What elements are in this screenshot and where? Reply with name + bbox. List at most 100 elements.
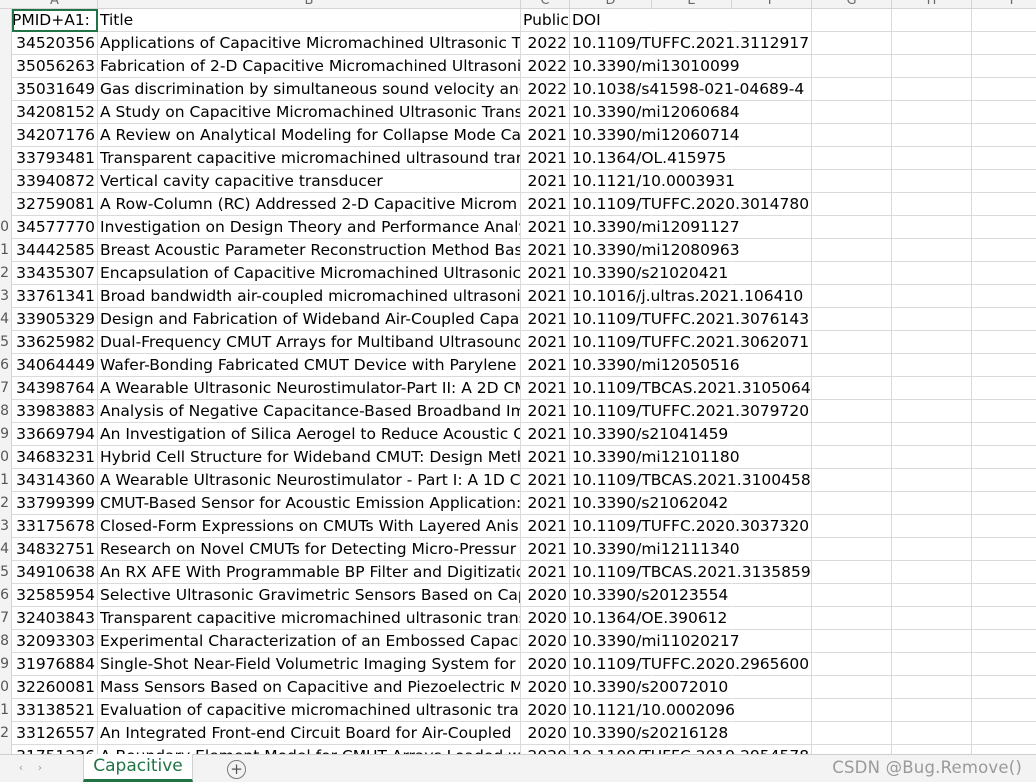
empty-cell[interactable] — [732, 423, 812, 446]
cell-title-header[interactable]: Title — [98, 9, 521, 32]
cell-doi[interactable]: 10.3390/mi12091127 — [570, 216, 740, 239]
empty-cell[interactable] — [652, 423, 732, 446]
empty-cell[interactable] — [812, 377, 892, 400]
row-number[interactable]: 0 — [0, 216, 9, 239]
add-sheet-icon[interactable]: + — [227, 760, 246, 779]
cell-title[interactable]: Research on Novel CMUTs for Detecting Mi… — [98, 538, 521, 561]
cell-doi[interactable]: 10.1109/TUFFC.2020.3014780 — [570, 193, 809, 216]
empty-cell[interactable] — [812, 538, 892, 561]
cell-pmid[interactable]: 33625982 — [12, 331, 98, 354]
cell-pmid[interactable]: 32093303 — [12, 630, 98, 653]
row-number[interactable]: 6 — [0, 354, 9, 377]
empty-cell[interactable] — [892, 285, 972, 308]
column-header-c[interactable]: C — [521, 0, 570, 8]
cell-year[interactable]: 2022 — [521, 55, 570, 78]
empty-cell[interactable] — [972, 193, 1036, 216]
cell-doi[interactable]: 10.3390/mi13010099 — [570, 55, 740, 78]
cell-pmid[interactable]: 34314360 — [12, 469, 98, 492]
empty-cell[interactable] — [812, 308, 892, 331]
empty-cell[interactable] — [892, 676, 972, 699]
empty-cell[interactable] — [972, 607, 1036, 630]
cell-title[interactable]: An RX AFE With Programmable BP Filter an… — [98, 561, 521, 584]
cell-doi[interactable]: 10.1109/TBCAS.2021.3135859 — [570, 561, 811, 584]
empty-cell[interactable] — [732, 147, 812, 170]
empty-cell[interactable] — [732, 262, 812, 285]
empty-cell[interactable] — [812, 239, 892, 262]
empty-cell[interactable] — [892, 101, 972, 124]
empty-cell[interactable] — [812, 285, 892, 308]
cell-doi[interactable]: 10.3390/s21020421 — [570, 262, 728, 285]
cell-doi[interactable]: 10.3390/s21041459 — [570, 423, 728, 446]
cell-title[interactable]: Wafer-Bonding Fabricated CMUT Device wit… — [98, 354, 521, 377]
empty-cell[interactable] — [732, 101, 812, 124]
row-number[interactable] — [0, 78, 9, 101]
empty-cell[interactable] — [732, 377, 812, 400]
row-number[interactable]: 4 — [0, 538, 9, 561]
cell-title[interactable]: A Review on Analytical Modeling for Coll… — [98, 124, 521, 147]
empty-cell[interactable] — [972, 9, 1036, 32]
cell-title[interactable]: Transparent capacitive micromachined ult… — [98, 607, 521, 630]
row-number[interactable]: 2 — [0, 492, 9, 515]
empty-cell[interactable] — [732, 561, 812, 584]
empty-cell[interactable] — [652, 515, 732, 538]
empty-cell[interactable] — [972, 308, 1036, 331]
empty-cell[interactable] — [892, 32, 972, 55]
cell-doi[interactable]: 10.3390/mi12101180 — [570, 446, 740, 469]
cell-year[interactable]: 2021 — [521, 239, 570, 262]
row-number[interactable]: 1 — [0, 239, 9, 262]
row-number[interactable]: 1 — [0, 699, 9, 722]
cell-pmid[interactable]: 32585954 — [12, 584, 98, 607]
cell-year[interactable]: 2020 — [521, 676, 570, 699]
cell-title[interactable]: An Integrated Front-end Circuit Board fo… — [98, 722, 521, 745]
cell-title[interactable]: Encapsulation of Capacitive Micromachine… — [98, 262, 521, 285]
empty-cell[interactable] — [892, 561, 972, 584]
cell-pmid[interactable]: 32403843 — [12, 607, 98, 630]
empty-cell[interactable] — [972, 515, 1036, 538]
row-number[interactable]: 0 — [0, 446, 9, 469]
cell-doi[interactable]: 10.1109/TUFFC.2020.3037320 — [570, 515, 809, 538]
cell-pmid[interactable]: 31751236 — [12, 745, 98, 754]
empty-cell[interactable] — [812, 492, 892, 515]
empty-cell[interactable] — [892, 400, 972, 423]
empty-cell[interactable] — [892, 538, 972, 561]
cell-title[interactable]: Single-Shot Near-Field Volumetric Imagin… — [98, 653, 521, 676]
empty-cell[interactable] — [652, 55, 732, 78]
empty-cell[interactable] — [652, 239, 732, 262]
empty-cell[interactable] — [892, 124, 972, 147]
empty-cell[interactable] — [732, 239, 812, 262]
cell-pmid[interactable]: 33175678 — [12, 515, 98, 538]
cell-title[interactable]: Experimental Characterization of an Embo… — [98, 630, 521, 653]
row-number[interactable]: 5 — [0, 331, 9, 354]
empty-cell[interactable] — [972, 653, 1036, 676]
empty-cell[interactable] — [732, 699, 812, 722]
cell-doi[interactable]: 10.1109/TUFFC.2020.2965600 — [570, 653, 809, 676]
row-number[interactable]: 2 — [0, 722, 9, 745]
cell-year[interactable]: 2020 — [521, 653, 570, 676]
empty-cell[interactable] — [652, 400, 732, 423]
empty-cell[interactable] — [892, 745, 972, 754]
next-sheet-arrow-icon[interactable]: › — [33, 760, 47, 776]
cell-doi[interactable]: 10.3390/mi12050516 — [570, 354, 740, 377]
empty-cell[interactable] — [972, 262, 1036, 285]
prev-sheet-arrow-icon[interactable]: ‹ — [14, 760, 28, 776]
empty-cell[interactable] — [732, 170, 812, 193]
empty-cell[interactable] — [892, 9, 972, 32]
empty-cell[interactable] — [972, 446, 1036, 469]
cell-title[interactable]: Hybrid Cell Structure for Wideband CMUT:… — [98, 446, 521, 469]
cell-year[interactable]: 2020 — [521, 699, 570, 722]
cell-pmid[interactable]: 33126557 — [12, 722, 98, 745]
empty-cell[interactable] — [652, 262, 732, 285]
cell-doi[interactable]: 10.1121/10.0003931 — [570, 170, 735, 193]
empty-cell[interactable] — [732, 607, 812, 630]
cell-doi[interactable]: 10.3390/s20072010 — [570, 676, 728, 699]
empty-cell[interactable] — [812, 699, 892, 722]
empty-cell[interactable] — [972, 699, 1036, 722]
empty-cell[interactable] — [652, 745, 732, 754]
cell-doi[interactable]: 10.3390/s20123554 — [570, 584, 728, 607]
cell-pmid[interactable]: 33761341 — [12, 285, 98, 308]
cell-doi[interactable]: 10.1016/j.ultras.2021.106410 — [570, 285, 803, 308]
row-number[interactable]: 7 — [0, 607, 9, 630]
cell-pmid[interactable]: 33793481 — [12, 147, 98, 170]
empty-cell[interactable] — [652, 193, 732, 216]
empty-cell[interactable] — [732, 331, 812, 354]
